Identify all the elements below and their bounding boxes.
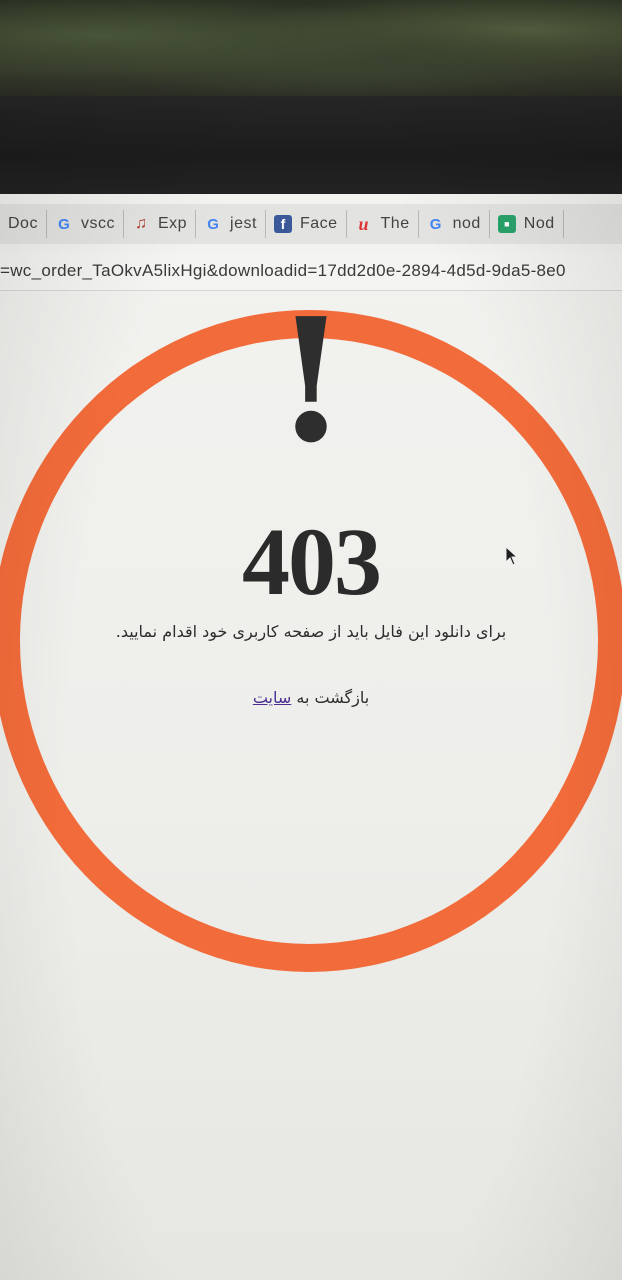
tab-node-search[interactable]: G nod bbox=[419, 210, 490, 238]
music-note-icon: ♫ bbox=[134, 215, 147, 232]
site-link[interactable]: سایت bbox=[253, 688, 291, 707]
tab-label: vscc bbox=[80, 215, 115, 232]
tab-label: Nod bbox=[523, 215, 555, 232]
tab-vscode-search[interactable]: G vscc bbox=[47, 210, 124, 238]
url-text[interactable]: =wc_order_TaOkvA5lixHgi&downloadid=17dd2… bbox=[0, 261, 566, 281]
tab-node[interactable]: ■ Nod bbox=[490, 210, 564, 238]
error-code: 403 bbox=[242, 508, 382, 615]
browser-screen: Doc G vscc ♫ Exp G jest f Face u The G n… bbox=[0, 194, 622, 1280]
tab-label: Exp bbox=[157, 215, 188, 232]
google-icon: G bbox=[429, 215, 442, 233]
tab-jest-search[interactable]: G jest bbox=[196, 210, 266, 238]
exclamation-icon: ! bbox=[273, 281, 349, 481]
back-prefix: بازگشت به bbox=[291, 688, 370, 707]
tab-label: The bbox=[380, 215, 410, 232]
tab-facebook[interactable]: f Face bbox=[266, 210, 347, 238]
tab-docs[interactable]: Doc bbox=[0, 210, 47, 238]
tab-label: Doc bbox=[8, 215, 38, 232]
error-message: برای دانلود این فایل باید از صفحه کاربری… bbox=[115, 622, 507, 641]
background-foliage bbox=[0, 0, 622, 100]
facebook-icon: f bbox=[273, 215, 292, 233]
google-icon: G bbox=[58, 215, 70, 233]
photo-scene: Doc G vscc ♫ Exp G jest f Face u The G n… bbox=[0, 0, 622, 1280]
red-u-icon: u bbox=[358, 213, 369, 234]
tab-label: jest bbox=[230, 215, 257, 232]
mouse-pointer-icon bbox=[505, 546, 519, 566]
tab-label: Face bbox=[299, 215, 338, 232]
tab-express[interactable]: ♫ Exp bbox=[124, 210, 197, 238]
tab-label: nod bbox=[452, 215, 481, 232]
back-line: بازگشت به سایت bbox=[0, 688, 622, 707]
tab-strip: Doc G vscc ♫ Exp G jest f Face u The G n… bbox=[0, 204, 622, 244]
monitor-bezel bbox=[0, 96, 622, 196]
google-icon: G bbox=[207, 215, 219, 233]
green-app-icon: ■ bbox=[497, 215, 516, 233]
tab-the[interactable]: u The bbox=[347, 210, 419, 238]
